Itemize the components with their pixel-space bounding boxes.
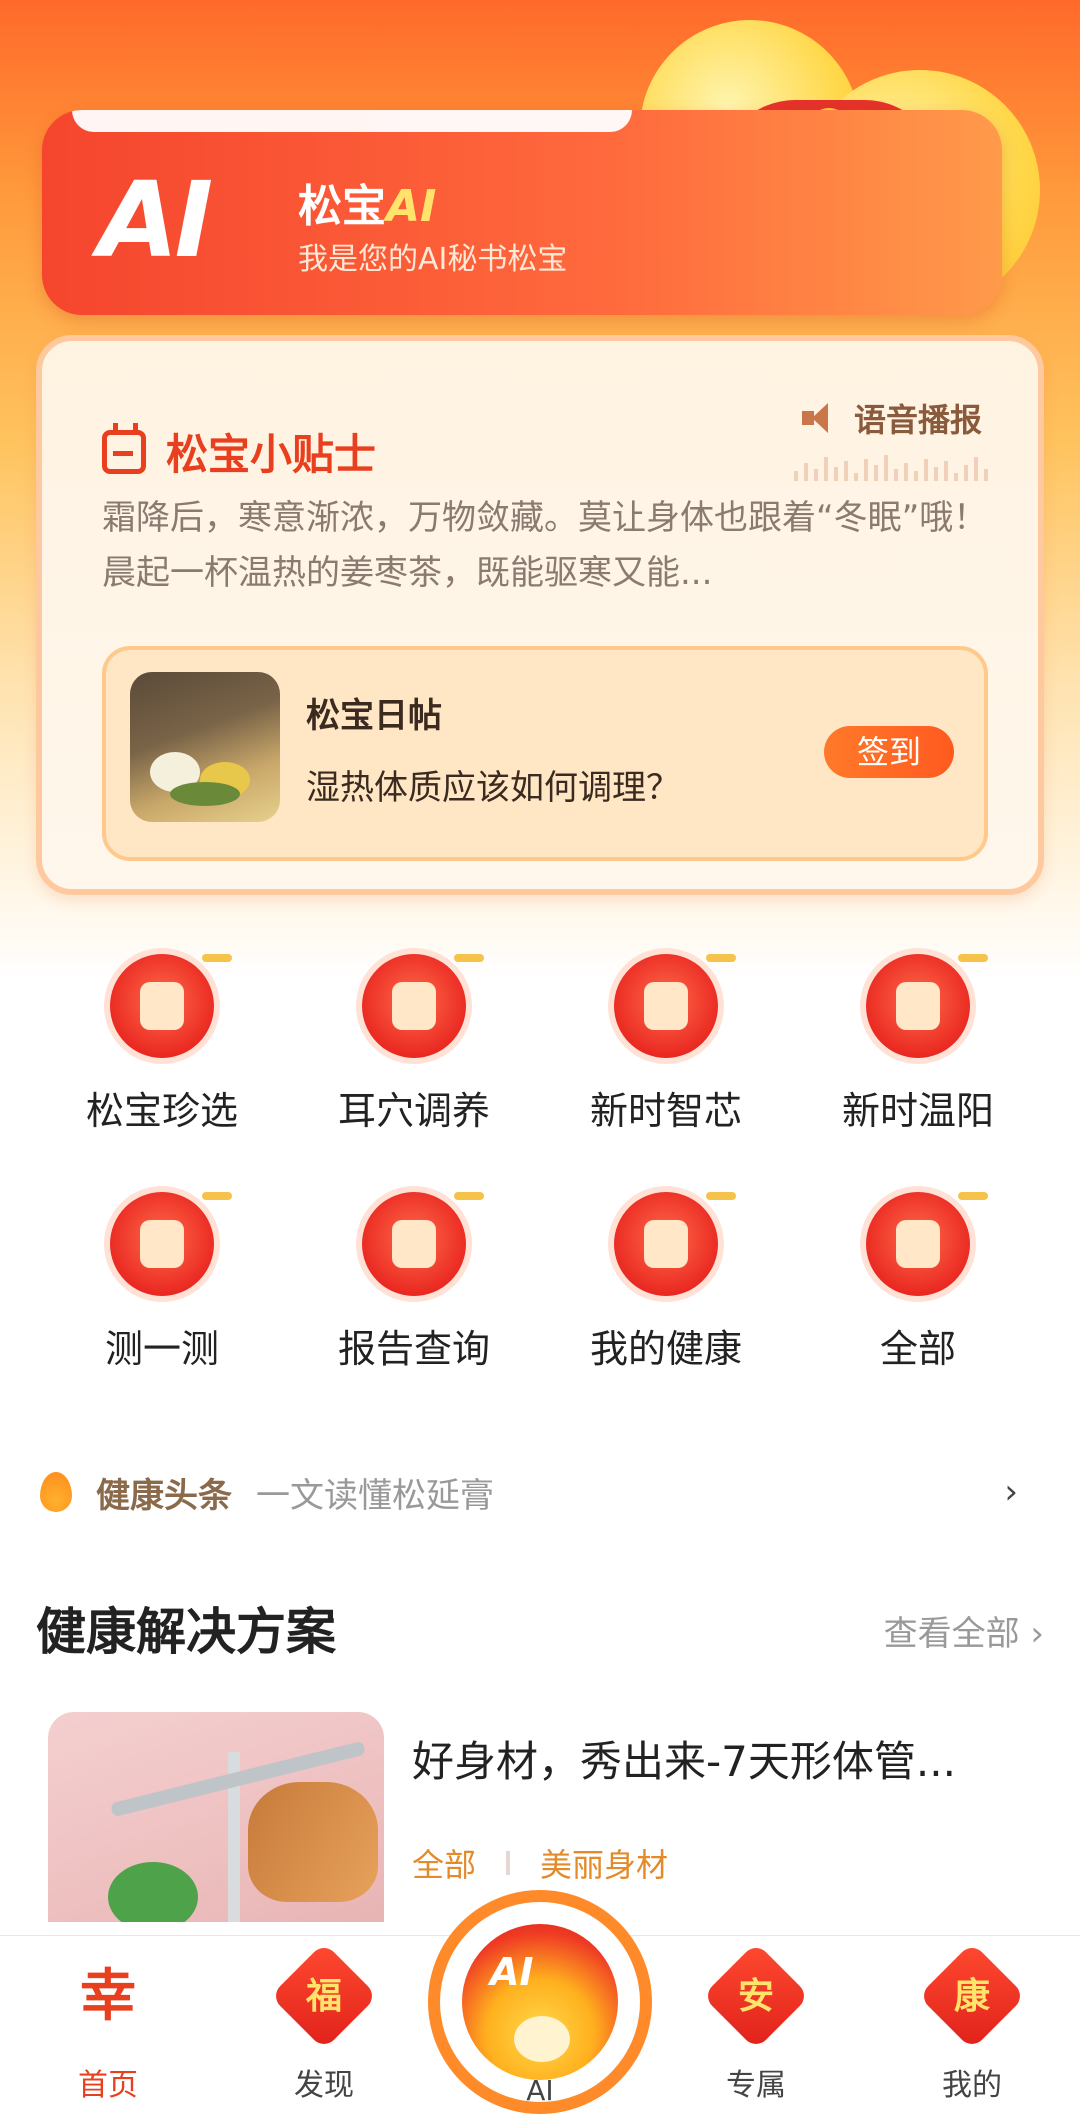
ai-badge: AI xyxy=(490,1950,534,1994)
calendar-icon xyxy=(102,422,146,474)
grid-label: 测一测 xyxy=(104,1327,219,1371)
mascot-face xyxy=(514,2016,570,2062)
nav-label: 专属 xyxy=(726,2068,786,2103)
report-icon xyxy=(362,1192,484,1296)
daily-post-card[interactable]: 松宝日帖 湿热体质应该如何调理？ 签到 xyxy=(102,646,988,861)
ai-title: 松宝AI xyxy=(298,170,436,234)
grid-item-my-health[interactable]: 我的健康 xyxy=(556,1192,776,1373)
voice-label: 语音播报 xyxy=(853,401,982,439)
ai-title-accent: AI xyxy=(386,181,437,232)
grid-item-ear-therapy[interactable]: 耳穴调养 xyxy=(304,954,524,1135)
tips-header: 松宝小贴士 xyxy=(102,421,376,482)
ai-logo: AI xyxy=(98,159,213,281)
grid-item-smart-chip[interactable]: 新时智芯 xyxy=(556,954,776,1135)
nav-exclusive[interactable]: 安 专属 xyxy=(676,1942,836,2104)
nav-ai-button[interactable]: AI AI xyxy=(428,1890,652,2114)
grid-label: 松宝珍选 xyxy=(85,1089,238,1133)
home-icon: 幸 xyxy=(80,1963,136,2029)
tips-text[interactable]: 霜降后，寒意渐浓，万物敛藏。莫让身体也跟着“冬眠”哦！晨起一杯温热的姜枣茶，既能… xyxy=(102,491,992,601)
chevron-right-icon: › xyxy=(1004,1472,1018,1512)
grid-item-all[interactable]: 全部 xyxy=(808,1192,1028,1373)
nav-discover[interactable]: 福 发现 xyxy=(244,1942,404,2104)
solution-tags: 全部 美丽身材 xyxy=(412,1840,668,1886)
daily-post-image xyxy=(130,672,280,822)
solution-tag: 美丽身材 xyxy=(540,1846,669,1884)
ai-title-main: 松宝 xyxy=(298,181,386,232)
grid-label: 新时温阳 xyxy=(841,1089,994,1133)
daily-post-question: 湿热体质应该如何调理？ xyxy=(306,768,680,808)
nav-label: 我的 xyxy=(942,2068,1002,2103)
flame-icon xyxy=(40,1472,72,1512)
solution-tag: 全部 xyxy=(412,1846,477,1884)
profile-icon: 康 xyxy=(918,1942,1026,2050)
grid-item-report[interactable]: 报告查询 xyxy=(304,1192,524,1373)
ai-subtitle: 我是您的AI秘书松宝 xyxy=(298,242,568,277)
exclusive-icon: 安 xyxy=(702,1942,810,2050)
nav-label: 发现 xyxy=(294,2068,354,2103)
speaker-icon xyxy=(801,403,836,433)
solution-image[interactable] xyxy=(48,1712,384,1922)
grid-label: 全部 xyxy=(879,1327,956,1371)
view-all-link[interactable]: 查看全部 › xyxy=(884,1606,1044,1655)
grid-label: 报告查询 xyxy=(337,1327,490,1371)
tips-title: 松宝小贴士 xyxy=(166,430,377,479)
nav-home[interactable]: 幸 首页 xyxy=(28,1958,188,2104)
tag-divider xyxy=(506,1851,511,1875)
health-chart-icon xyxy=(614,1192,736,1296)
grid-item-test[interactable]: 测一测 xyxy=(52,1192,272,1373)
grid-item-warm-yang[interactable]: 新时温阳 xyxy=(808,954,1028,1135)
snow-decoration xyxy=(72,110,632,132)
section-title: 健康解决方案 xyxy=(36,1603,336,1661)
headline-tag: 健康头条 xyxy=(96,1475,232,1516)
all-apps-icon xyxy=(866,1192,988,1296)
solution-title[interactable]: 好身材，秀出来-7天形体管... xyxy=(412,1728,1032,1789)
grid-item-songbao-select[interactable]: 松宝珍选 xyxy=(52,954,272,1135)
checkin-button[interactable]: 签到 xyxy=(824,726,954,778)
ear-icon xyxy=(362,954,484,1058)
nav-label: 首页 xyxy=(78,2068,138,2103)
ai-mascot-icon: AI xyxy=(462,1924,618,2080)
nav-label: AI xyxy=(526,2074,554,2107)
voice-broadcast-button[interactable]: 语音播报 xyxy=(801,395,982,441)
grid-label: 新时智芯 xyxy=(589,1089,742,1133)
grid-label: 我的健康 xyxy=(589,1327,742,1371)
flower-icon xyxy=(110,954,232,1058)
moxibustion-icon xyxy=(866,954,988,1058)
headline-text: 一文读懂松延膏 xyxy=(256,1475,494,1516)
nav-mine[interactable]: 康 我的 xyxy=(892,1942,1052,2104)
chip-icon xyxy=(614,954,736,1058)
daily-post-title: 松宝日帖 xyxy=(306,696,442,736)
health-headline[interactable]: 健康头条 一文读懂松延膏 › xyxy=(40,1468,1040,1516)
grid-label: 耳穴调养 xyxy=(337,1089,490,1133)
ai-assistant-banner[interactable]: AI 松宝AI 我是您的AI秘书松宝 xyxy=(42,110,1002,315)
sound-wave-icon xyxy=(794,453,988,481)
discover-icon: 福 xyxy=(270,1942,378,2050)
test-icon xyxy=(110,1192,232,1296)
tips-card: 松宝小贴士 语音播报 霜降后，寒意渐浓，万物敛藏。莫让身体也跟着“冬眠”哦！晨起… xyxy=(36,335,1044,895)
